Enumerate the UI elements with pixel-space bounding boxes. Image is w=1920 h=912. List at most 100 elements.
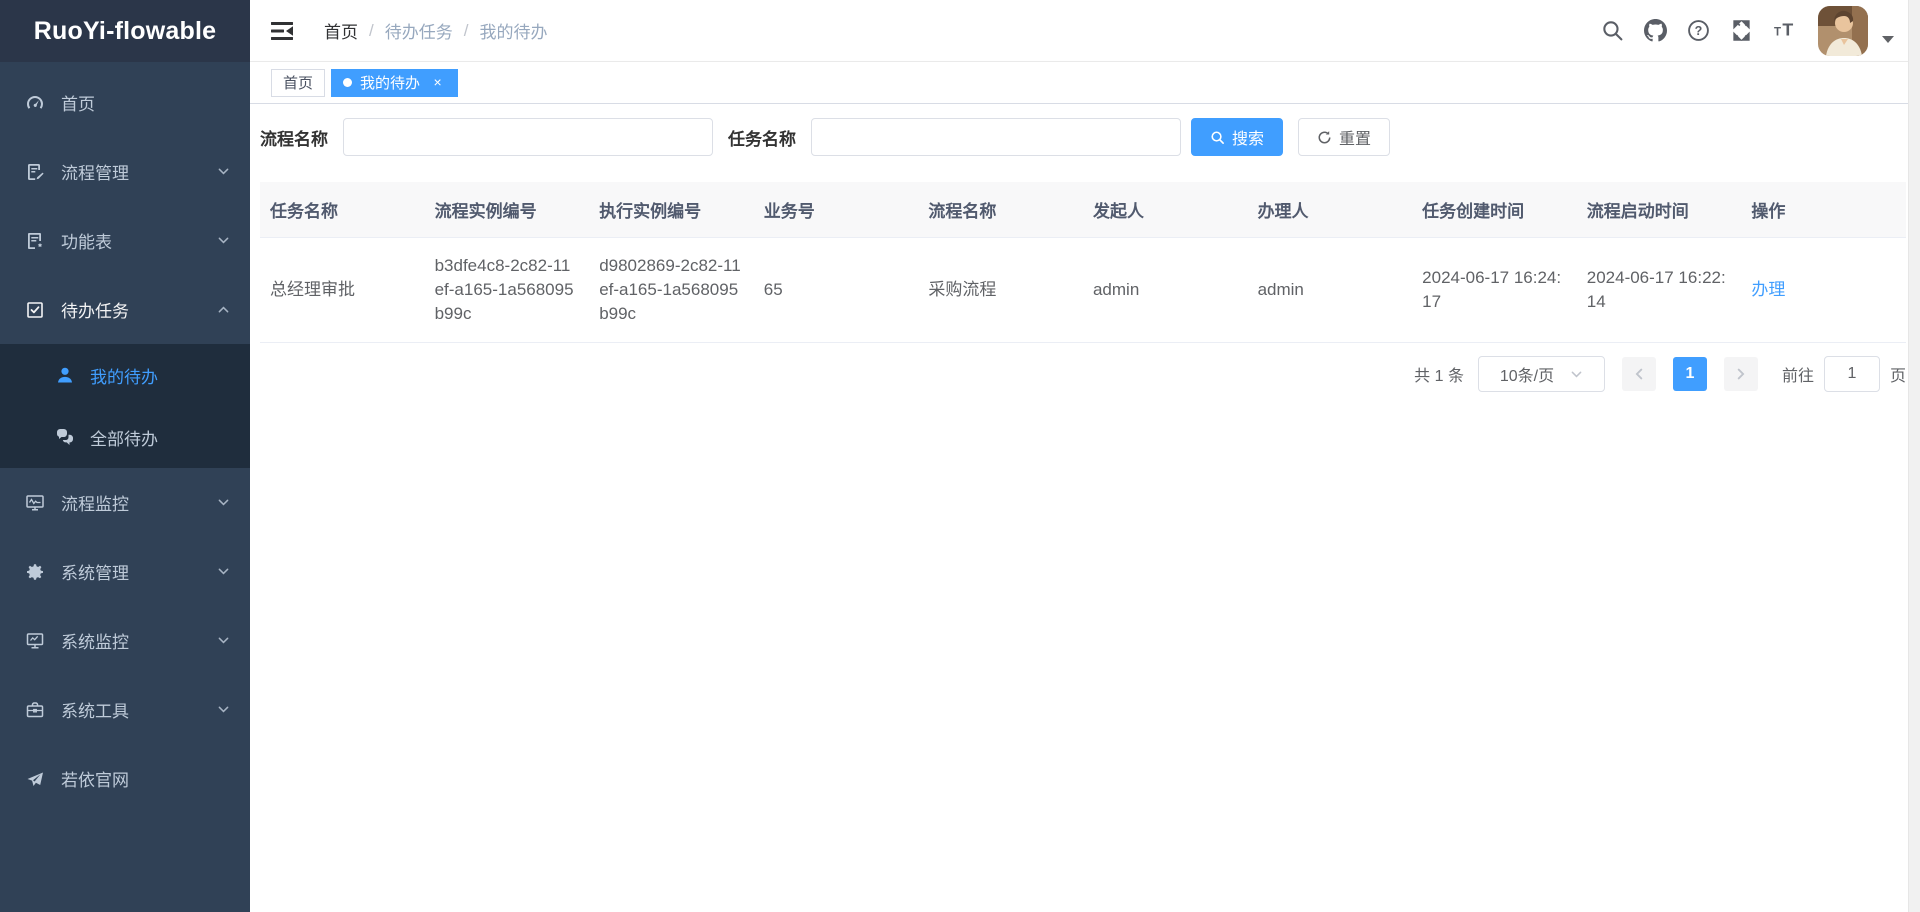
next-page-button[interactable]	[1724, 357, 1758, 391]
sidebar-item-official-site[interactable]: 若依官网	[0, 744, 250, 813]
gear-icon	[25, 562, 45, 582]
sidebar-item-system-monitor[interactable]: 系统监控	[0, 606, 250, 675]
chevron-up-icon	[217, 303, 230, 316]
breadcrumb-separator: /	[464, 21, 469, 41]
sidebar-item-label: 流程监控	[61, 490, 129, 515]
paper-plane-icon	[25, 769, 45, 789]
tag-label: 首页	[283, 72, 313, 93]
top-navbar: 首页 / 待办任务 / 我的待办 ? TT	[250, 0, 1920, 62]
sidebar-menu: 首页 流程管理 功能表 待办任务	[0, 62, 250, 813]
search-icon[interactable]	[1601, 19, 1624, 42]
col-assignee: 办理人	[1248, 182, 1413, 238]
sidebar-item-label: 系统监控	[61, 628, 129, 653]
breadcrumb-home[interactable]: 首页	[324, 18, 358, 43]
table-row: 总经理审批 b3dfe4c8-2c82-11ef-a165-1a568095b9…	[260, 238, 1906, 343]
chevron-down-icon	[217, 234, 230, 247]
messages-icon	[55, 427, 75, 447]
sidebar-item-label: 功能表	[61, 228, 112, 253]
cell-execution-id: d9802869-2c82-11ef-a165-1a568095b99c	[589, 238, 754, 343]
todo-table: 任务名称 流程实例编号 执行实例编号 业务号 流程名称 发起人 办理人 任务创建…	[260, 182, 1906, 343]
sidebar-item-label: 我的待办	[90, 363, 158, 388]
sidebar-item-todo-tasks[interactable]: 待办任务	[0, 275, 250, 344]
cell-business-key: 65	[754, 238, 919, 343]
fullscreen-icon[interactable]	[1730, 19, 1753, 42]
col-initiator: 发起人	[1083, 182, 1248, 238]
col-actions: 操作	[1741, 182, 1906, 238]
monitor-wave-icon	[25, 493, 45, 513]
breadcrumb: 首页 / 待办任务 / 我的待办	[324, 18, 547, 43]
handle-task-link[interactable]: 办理	[1751, 280, 1785, 299]
svg-text:?: ?	[1695, 24, 1703, 38]
question-icon[interactable]: ?	[1687, 19, 1710, 42]
goto-page-input[interactable]	[1824, 356, 1880, 392]
total-count: 共 1 条	[1414, 362, 1464, 386]
main-area: 首页 / 待办任务 / 我的待办 ? TT	[250, 0, 1920, 912]
process-edit-icon	[25, 162, 45, 182]
cell-task-created: 2024-06-17 16:24:17	[1412, 238, 1577, 343]
cell-process-name: 采购流程	[918, 238, 1083, 343]
sidebar-item-home[interactable]: 首页	[0, 68, 250, 137]
close-icon[interactable]: ×	[429, 74, 446, 91]
sidebar-item-label: 待办任务	[61, 297, 129, 322]
search-form: 流程名称 任务名称 搜索 重置	[260, 118, 1906, 156]
tags-view-bar: 首页 我的待办 ×	[250, 62, 1920, 104]
col-process-name: 流程名称	[918, 182, 1083, 238]
page-scrollbar[interactable]	[1908, 0, 1920, 912]
sidebar-item-my-todo[interactable]: 我的待办	[0, 344, 250, 406]
app-logo: RuoYi-flowable	[0, 0, 250, 62]
font-size-icon[interactable]: TT	[1773, 19, 1796, 42]
task-name-input[interactable]	[811, 118, 1181, 156]
tag-my-todo[interactable]: 我的待办 ×	[331, 69, 458, 97]
chevron-down-icon	[217, 165, 230, 178]
refresh-icon	[1317, 130, 1332, 145]
sidebar: RuoYi-flowable 首页 流程管理 功能表	[0, 0, 250, 912]
sidebar-collapse-icon[interactable]	[270, 20, 294, 42]
reset-button[interactable]: 重置	[1298, 118, 1390, 156]
monitor-chart-icon	[25, 631, 45, 651]
search-button[interactable]: 搜索	[1191, 118, 1283, 156]
chevron-left-icon	[1632, 367, 1646, 381]
sidebar-item-all-todo[interactable]: 全部待办	[0, 406, 250, 468]
cell-initiator: admin	[1083, 238, 1248, 343]
chevron-down-icon	[217, 496, 230, 509]
toolbox-icon	[25, 700, 45, 720]
breadcrumb-separator: /	[369, 21, 374, 41]
cell-process-instance-id: b3dfe4c8-2c82-11ef-a165-1a568095b99c	[425, 238, 590, 343]
page-unit-label: 页	[1890, 362, 1906, 386]
sidebar-item-system-tools[interactable]: 系统工具	[0, 675, 250, 744]
col-business-key: 业务号	[754, 182, 919, 238]
github-icon[interactable]	[1644, 19, 1667, 42]
chevron-down-icon	[217, 565, 230, 578]
svg-text:T: T	[1782, 20, 1793, 40]
sidebar-item-system-management[interactable]: 系统管理	[0, 537, 250, 606]
form-list-icon	[25, 231, 45, 251]
breadcrumb-todo-tasks: 待办任务	[385, 18, 453, 43]
sidebar-item-label: 全部待办	[90, 425, 158, 450]
page-number-1[interactable]: 1	[1673, 357, 1707, 391]
sidebar-item-label: 流程管理	[61, 159, 129, 184]
sidebar-item-label: 系统管理	[61, 559, 129, 584]
cell-task-name: 总经理审批	[260, 238, 425, 343]
todo-submenu: 我的待办 全部待办	[0, 344, 250, 468]
process-name-input[interactable]	[343, 118, 713, 156]
cell-process-started: 2024-06-17 16:22:14	[1577, 238, 1742, 343]
prev-page-button[interactable]	[1622, 357, 1656, 391]
chevron-down-icon	[1570, 368, 1583, 381]
sidebar-item-label: 若依官网	[61, 766, 129, 791]
dashboard-icon	[25, 93, 45, 113]
user-avatar[interactable]	[1818, 6, 1868, 56]
breadcrumb-my-todo: 我的待办	[479, 18, 547, 43]
sidebar-item-menu-form[interactable]: 功能表	[0, 206, 250, 275]
sidebar-item-process-management[interactable]: 流程管理	[0, 137, 250, 206]
tag-home[interactable]: 首页	[271, 69, 325, 97]
user-menu[interactable]	[1818, 6, 1894, 56]
task-name-label: 任务名称	[728, 125, 796, 150]
col-execution-id: 执行实例编号	[589, 182, 754, 238]
chevron-down-icon	[217, 634, 230, 647]
page-size-select[interactable]: 10条/页	[1478, 356, 1605, 392]
active-dot	[343, 78, 352, 87]
sidebar-item-process-monitor[interactable]: 流程监控	[0, 468, 250, 537]
chevron-right-icon	[1734, 367, 1748, 381]
col-task-created: 任务创建时间	[1412, 182, 1577, 238]
col-task-name: 任务名称	[260, 182, 425, 238]
